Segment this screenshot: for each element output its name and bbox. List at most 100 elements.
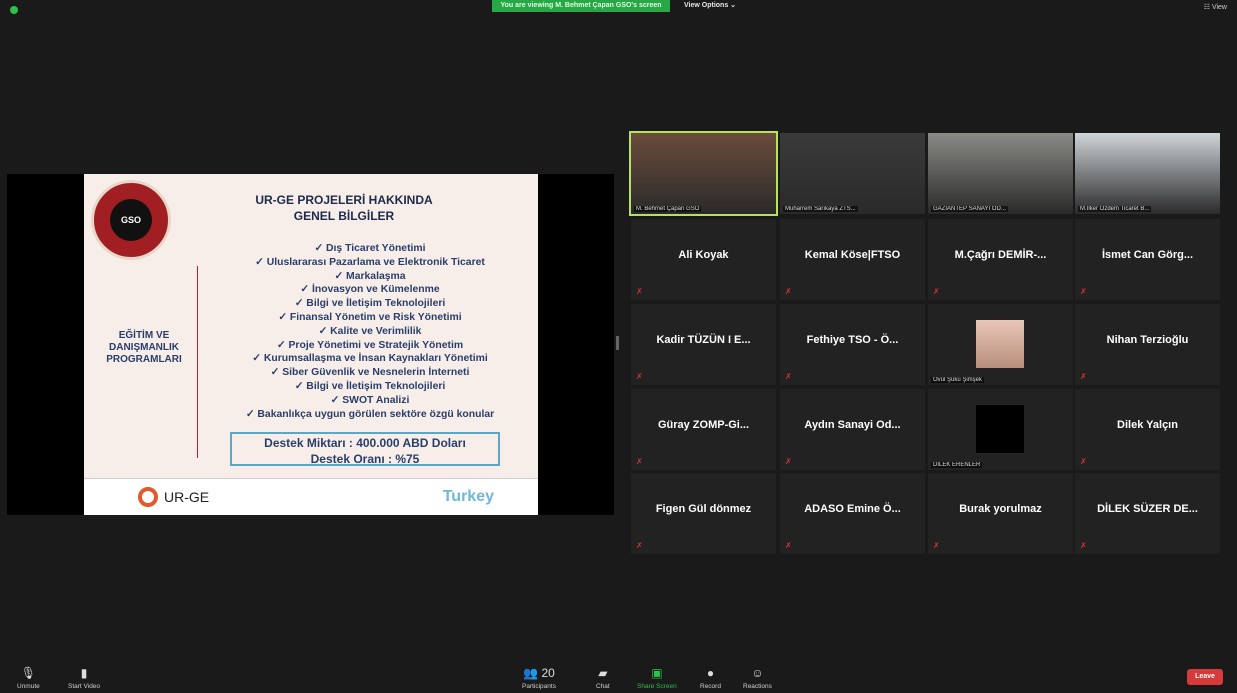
muted-mic-icon: ✗ (933, 287, 940, 296)
participant-name: Kadir TÜZÜN I E... (656, 334, 751, 346)
muted-mic-icon: ✗ (785, 372, 792, 381)
muted-mic-icon: ✗ (785, 287, 792, 296)
slide-topic-item: ✓ Kurumsallaşma ve İnsan Kaynakları Yöne… (252, 353, 488, 365)
participants-button[interactable]: 👥 20 Participants (522, 666, 556, 690)
turkey-text: Turkey (442, 488, 494, 505)
slide-topic-item: ✓ Bakanlıkça uygun görülen sektöre özgü … (245, 408, 495, 420)
chat-button[interactable]: ▰ Chat (596, 666, 610, 690)
participant-video (928, 133, 1073, 214)
participant-name: Kemal Köse|FTSO (804, 249, 901, 261)
participant-name: Ali Koyak (678, 249, 729, 261)
participant-tile[interactable]: Güray ZOMP-Gi... ✗ (631, 389, 776, 470)
participant-name: Burak yorulmaz (959, 503, 1042, 515)
unmute-button[interactable]: 🎙 Unmute (17, 666, 40, 690)
record-label: Record (700, 683, 721, 690)
muted-mic-icon: ✗ (785, 457, 792, 466)
muted-mic-icon: ✗ (1080, 287, 1087, 296)
muted-mic-icon: ✗ (1080, 457, 1087, 466)
reactions-icon: ☺ (751, 666, 764, 680)
gso-logo: GSO (91, 180, 171, 260)
participant-name-label: M.İlker Özdem Ticaret B... (1078, 206, 1152, 212)
participant-tile[interactable]: ADASO Emine Ö... ✗ (780, 473, 925, 554)
participant-tile[interactable]: GAZİANTEP SANAYİ OD... (928, 133, 1073, 214)
support-amount-box: Destek Miktarı : 400.000 ABD Doları Dest… (230, 432, 500, 466)
urge-logo-icon (138, 487, 158, 507)
slide-left-heading: EĞİTİM VE DANIŞMANLIK PROGRAMLARI (106, 330, 182, 365)
slide-footer: UR-GE Turkey (84, 478, 538, 515)
participant-name-label: Övül Şükü Şimşek (931, 377, 985, 383)
record-button[interactable]: ● Record (700, 666, 721, 690)
participant-tile[interactable]: DİLEK SÜZER DE... ✗ (1075, 473, 1220, 554)
participant-name: Figen Gül dönmez (655, 503, 752, 515)
reactions-label: Reactions (743, 683, 772, 690)
slide-topic-item: ✓ Bilgi ve İletişim Teknolojileri (294, 298, 446, 310)
muted-mic-icon: ✗ (636, 372, 643, 381)
participant-tile[interactable]: Kemal Köse|FTSO ✗ (780, 219, 925, 300)
participant-name: İsmet Can Görg... (1101, 249, 1194, 261)
participant-tile[interactable]: Figen Gül dönmez ✗ (631, 473, 776, 554)
logo-text: GSO (110, 199, 152, 241)
slide-topic-item: ✓ Dış Ticaret Yönetimi (314, 243, 426, 254)
participant-name: Nihan Terzioğlu (1106, 334, 1189, 346)
slide-topic-item: ✓ Markalaşma (334, 270, 406, 282)
participant-tile[interactable]: Dilek Yalçın ✗ (1075, 389, 1220, 470)
participant-tile[interactable]: DİLEK ERENLER (928, 389, 1073, 470)
participant-tile[interactable]: Burak yorulmaz ✗ (928, 473, 1073, 554)
participant-tile[interactable]: Ali Koyak ✗ (631, 219, 776, 300)
participant-avatar (976, 320, 1024, 368)
reactions-button[interactable]: ☺ Reactions (743, 666, 772, 690)
participant-tile[interactable]: Muharrem Sarıkaya ZTS... (780, 133, 925, 214)
participant-tile[interactable]: Aydın Sanayi Od... ✗ (780, 389, 925, 470)
participant-tile[interactable]: M.Çağrı DEMİR-... ✗ (928, 219, 1073, 300)
record-icon: ● (706, 666, 715, 680)
viewing-screen-banner: You are viewing M. Behmet Çapan GSO's sc… (492, 0, 670, 12)
muted-mic-icon: ✗ (636, 287, 643, 296)
participant-tile[interactable]: M.İlker Özdem Ticaret B... (1075, 133, 1220, 214)
video-off-icon: ▮ (80, 666, 88, 680)
participant-tile[interactable]: M. Behmet Çapan GSO (629, 131, 778, 216)
presentation-slide: GSO UR-GE PROJELERİ HAKKINDA GENEL BİLGİ… (84, 174, 538, 515)
share-screen-label: Share Screen (637, 683, 677, 690)
chat-icon: ▰ (598, 666, 608, 680)
muted-mic-icon: ✗ (636, 457, 643, 466)
start-video-button[interactable]: ▮ Start Video (68, 666, 100, 690)
participants-count: 20 (541, 666, 555, 680)
leave-button[interactable]: Leave (1187, 669, 1223, 685)
participant-tile[interactable]: İsmet Can Görg... ✗ (1075, 219, 1220, 300)
shared-screen-area: GSO UR-GE PROJELERİ HAKKINDA GENEL BİLGİ… (7, 174, 614, 515)
view-button[interactable]: ☷ View (1204, 3, 1227, 11)
participant-tile[interactable]: Kadir TÜZÜN I E... ✗ (631, 304, 776, 385)
participant-name: Aydın Sanayi Od... (804, 419, 901, 431)
participant-name-label: Muharrem Sarıkaya ZTS... (783, 206, 858, 212)
participant-name-label: M. Behmet Çapan GSO (634, 206, 702, 212)
participants-label: Participants (522, 683, 556, 690)
muted-mic-icon: ✗ (933, 541, 940, 550)
slide-topic-item: ✓ Kalite ve Verimlilik (318, 325, 422, 337)
security-shield-icon[interactable] (10, 6, 18, 14)
view-options-button[interactable]: View Options ⌄ (684, 0, 736, 12)
participant-tile[interactable]: Fethiye TSO - Ö... ✗ (780, 304, 925, 385)
participant-tile[interactable]: Nihan Terzioğlu ✗ (1075, 304, 1220, 385)
chat-label: Chat (596, 683, 610, 690)
participant-tile[interactable]: Övül Şükü Şimşek (928, 304, 1073, 385)
slide-topic-item: ✓ SWOT Analizi (330, 394, 410, 406)
participants-icon: 👥 20 (523, 666, 555, 680)
share-screen-button[interactable]: ▣ Share Screen (637, 666, 677, 690)
participant-name-label: DİLEK ERENLER (931, 462, 983, 468)
participant-name: Fethiye TSO - Ö... (806, 334, 899, 346)
slide-topic-item: ✓ Uluslararası Pazarlama ve Elektronik T… (255, 256, 485, 268)
slide-divider (197, 266, 198, 458)
participant-video (1075, 133, 1220, 214)
slide-topic-item: ✓ Finansal Yönetim ve Risk Yönetimi (278, 311, 462, 323)
muted-mic-icon: ✗ (1080, 372, 1087, 381)
participant-avatar (976, 405, 1024, 453)
muted-mic-icon: ✗ (636, 541, 643, 550)
participant-video (780, 133, 925, 214)
panel-splitter-handle[interactable] (616, 336, 619, 350)
participant-name: DİLEK SÜZER DE... (1097, 503, 1198, 515)
participant-name-label: GAZİANTEP SANAYİ OD... (931, 206, 1008, 212)
meeting-toolbar: 🎙 Unmute ▮ Start Video 👥 20 Participants… (0, 659, 1237, 693)
participant-name: Dilek Yalçın (1117, 419, 1178, 431)
muted-mic-icon: 🎙 (20, 666, 36, 680)
slide-title: UR-GE PROJELERİ HAKKINDA GENEL BİLGİLER (255, 193, 433, 223)
